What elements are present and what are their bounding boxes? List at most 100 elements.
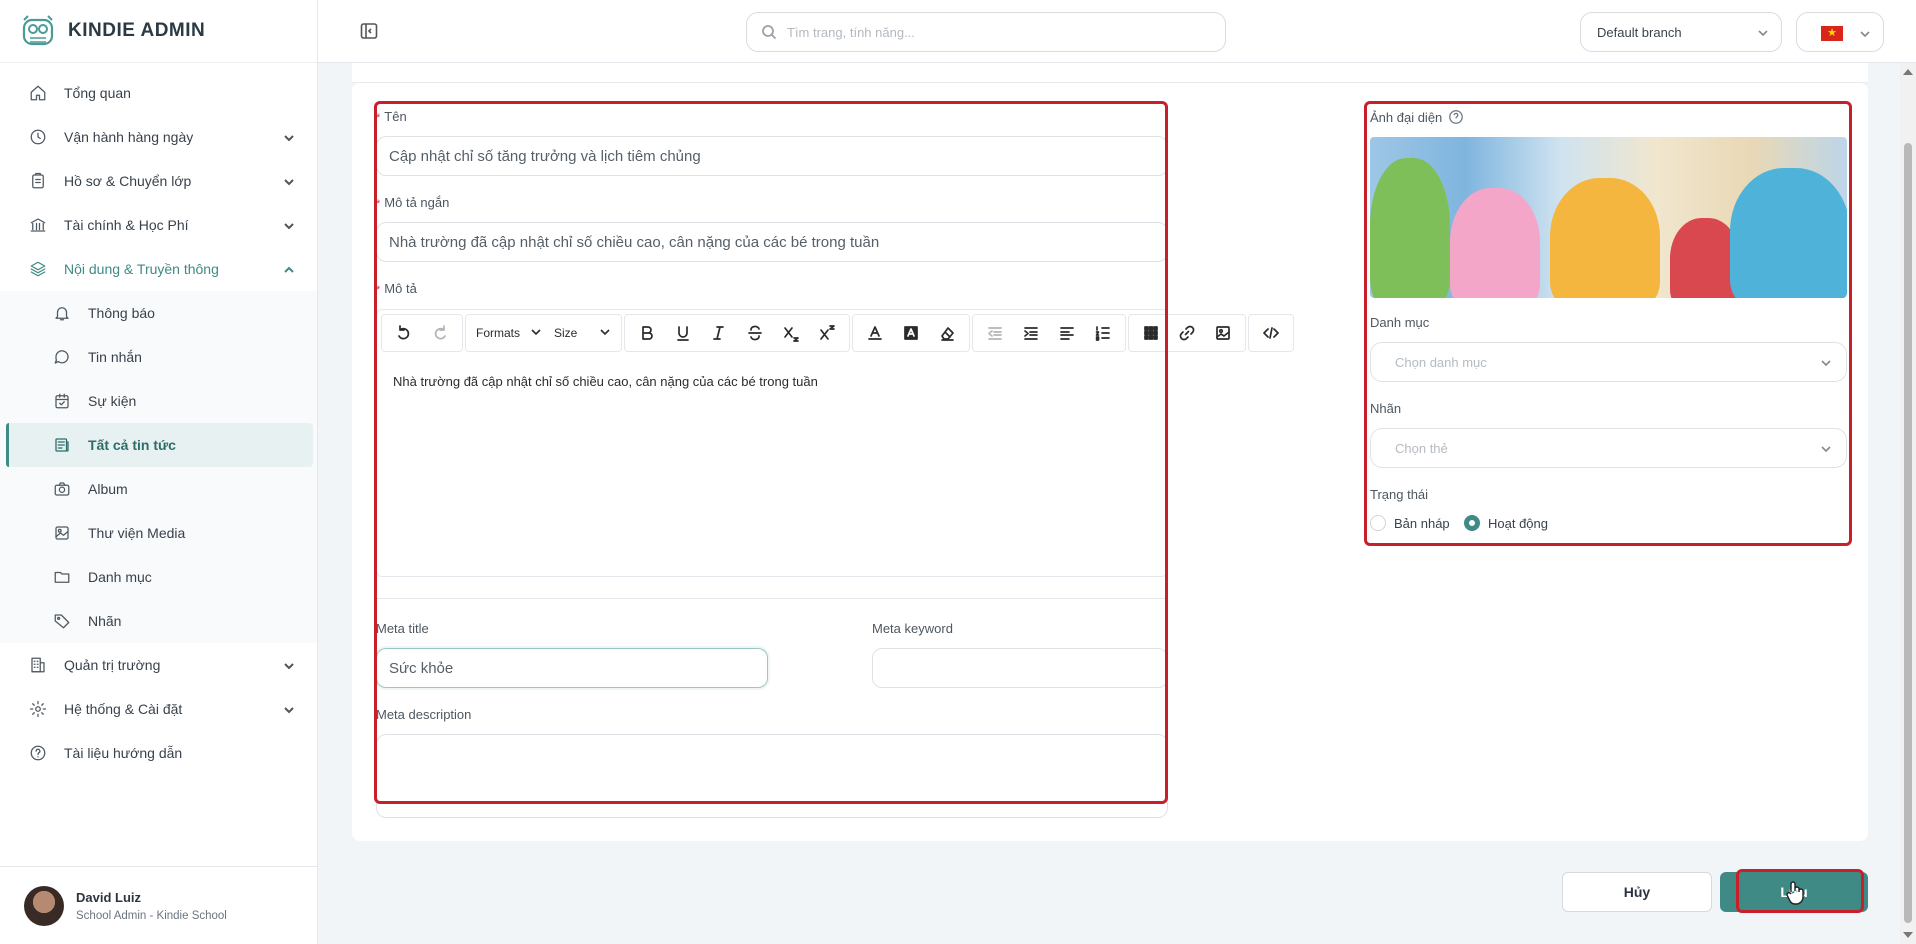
branch-value: Default branch xyxy=(1597,24,1682,40)
calendar-icon xyxy=(52,391,72,411)
chevron-down-icon xyxy=(1820,443,1832,458)
bold-icon[interactable] xyxy=(629,318,665,348)
scroll-thumb[interactable] xyxy=(1904,143,1912,923)
italic-icon[interactable] xyxy=(701,318,737,348)
undo-icon[interactable] xyxy=(386,318,422,348)
short-desc-input[interactable]: Nhà trường đã cập nhật chỉ số chiều cao,… xyxy=(376,222,1168,262)
sidebar-item-overview[interactable]: Tổng quan xyxy=(0,71,317,115)
meta-keyword-input[interactable] xyxy=(872,648,1168,688)
clipboard-icon xyxy=(28,171,48,191)
meta-description-textarea[interactable] xyxy=(376,734,1168,818)
formats-dropdown[interactable]: Formats xyxy=(470,318,548,348)
underline-icon[interactable] xyxy=(665,318,701,348)
source-code-icon[interactable] xyxy=(1253,318,1289,348)
card-top-edge xyxy=(352,63,1868,83)
sidebar-item-label: Sự kiện xyxy=(88,393,137,409)
sidebar-item-album[interactable]: Album xyxy=(0,467,317,511)
category-select[interactable]: Chọn danh mục xyxy=(1370,342,1847,382)
image-insert-icon[interactable] xyxy=(1205,318,1241,348)
sidebar: KINDIE ADMIN Tổng quan Vận hành hàng ngà… xyxy=(0,0,318,944)
sidebar-item-records[interactable]: Hồ sơ & Chuyển lớp xyxy=(0,159,317,203)
sidebar-item-label: Tất cả tin tức xyxy=(88,437,176,453)
sidebar-item-content[interactable]: Nội dung & Truyền thông xyxy=(0,247,317,291)
sidebar-item-docs[interactable]: Tài liệu hướng dẫn xyxy=(0,731,317,775)
clock-icon xyxy=(28,127,48,147)
editor-divider xyxy=(376,598,1168,599)
text-color-icon[interactable] xyxy=(857,318,893,348)
folder-icon xyxy=(52,567,72,587)
radio-label: Bản nháp xyxy=(1394,515,1450,531)
subscript-icon[interactable] xyxy=(773,318,809,348)
paragraph-group xyxy=(972,314,1127,352)
sidebar-item-messages[interactable]: Tin nhắn xyxy=(0,335,317,379)
avatar xyxy=(24,885,64,926)
superscript-icon[interactable] xyxy=(809,318,845,348)
cancel-button[interactable]: Hủy xyxy=(1562,872,1712,912)
sidebar-item-categories[interactable]: Danh mục xyxy=(0,555,317,599)
sidebar-item-daily-ops[interactable]: Vận hành hàng ngày xyxy=(0,115,317,159)
name-label: * Tên xyxy=(376,109,407,124)
sidebar-item-media-library[interactable]: Thư viện Media xyxy=(0,511,317,555)
user-profile[interactable]: David Luiz School Admin - Kindie School xyxy=(0,866,318,944)
code-group xyxy=(1248,314,1295,352)
tag-label: Nhãn xyxy=(1370,401,1402,416)
sidebar-item-label: Hồ sơ & Chuyển lớp xyxy=(64,173,192,189)
sidebar-item-notifications[interactable]: Thông báo xyxy=(0,291,317,335)
layers-icon xyxy=(28,259,48,279)
editor-content[interactable]: Nhà trường đã cập nhật chỉ số chiều cao,… xyxy=(393,374,818,389)
brand[interactable]: KINDIE ADMIN xyxy=(0,0,317,63)
sidebar-item-label: Nội dung & Truyền thông xyxy=(64,261,219,277)
background-color-icon[interactable] xyxy=(893,318,929,348)
image-icon xyxy=(52,523,72,543)
main-content: * Tên Cập nhật chỉ số tăng trưởng và lịch… xyxy=(318,63,1900,944)
meta-title-input[interactable]: Sức khỏe xyxy=(376,648,768,688)
branch-select[interactable]: Default branch xyxy=(1580,12,1782,52)
search-box[interactable] xyxy=(746,12,1226,52)
sidebar-item-label: Tài chính & Học Phí xyxy=(64,217,189,233)
bank-icon xyxy=(28,215,48,235)
sidebar-item-label: Vận hành hàng ngày xyxy=(64,129,194,145)
status-active-radio[interactable]: Hoạt động xyxy=(1464,515,1548,531)
table-icon[interactable] xyxy=(1133,318,1169,348)
user-role: School Admin - Kindie School xyxy=(76,909,227,922)
history-group xyxy=(381,314,463,352)
chevron-down-icon xyxy=(283,175,295,187)
size-dropdown[interactable]: Size xyxy=(548,318,617,348)
name-input[interactable]: Cập nhật chỉ số tăng trưởng và lịch tiêm… xyxy=(376,136,1168,176)
status-draft-radio[interactable]: Bản nháp xyxy=(1370,515,1450,531)
redo-icon[interactable] xyxy=(422,318,458,348)
align-left-icon[interactable] xyxy=(1049,318,1085,348)
chevron-down-icon xyxy=(283,219,295,231)
page-scrollbar[interactable] xyxy=(1900,63,1916,944)
sidebar-item-label: Tin nhắn xyxy=(88,349,142,365)
chevron-down-icon xyxy=(1757,27,1769,42)
sidebar-item-school-admin[interactable]: Quản trị trường xyxy=(0,643,317,687)
search-input[interactable] xyxy=(787,24,1187,40)
radio-dot xyxy=(1370,515,1386,531)
category-placeholder: Chọn danh mục xyxy=(1395,354,1487,370)
chevron-down-icon xyxy=(530,326,542,341)
sidebar-item-finance[interactable]: Tài chính & Học Phí xyxy=(0,203,317,247)
status-label: Trạng thái xyxy=(1370,487,1429,502)
sidebar-toggle-icon[interactable] xyxy=(360,22,378,40)
outdent-icon[interactable] xyxy=(977,318,1013,348)
indent-icon[interactable] xyxy=(1013,318,1049,348)
scroll-down-arrow-icon[interactable] xyxy=(1903,932,1913,938)
link-icon[interactable] xyxy=(1169,318,1205,348)
style-group xyxy=(624,314,851,352)
tag-select[interactable]: Chọn thẻ xyxy=(1370,428,1847,468)
sidebar-item-settings[interactable]: Hệ thống & Cài đặt xyxy=(0,687,317,731)
camera-icon xyxy=(52,479,72,499)
scroll-up-arrow-icon[interactable] xyxy=(1903,69,1913,75)
sidebar-item-events[interactable]: Sự kiện xyxy=(0,379,317,423)
ordered-list-icon[interactable] xyxy=(1085,318,1121,348)
clear-format-icon[interactable] xyxy=(929,318,965,348)
sidebar-item-tags[interactable]: Nhãn xyxy=(0,599,317,643)
sidebar-nav: Tổng quan Vận hành hàng ngày Hồ sơ & Chu… xyxy=(0,63,317,775)
chevron-down-icon xyxy=(283,703,295,715)
help-circle-icon[interactable] xyxy=(1448,109,1464,125)
language-select[interactable]: ★ xyxy=(1796,12,1884,52)
avatar-image-preview[interactable] xyxy=(1370,137,1847,298)
strikethrough-icon[interactable] xyxy=(737,318,773,348)
sidebar-item-all-news[interactable]: Tất cả tin tức xyxy=(6,423,313,467)
